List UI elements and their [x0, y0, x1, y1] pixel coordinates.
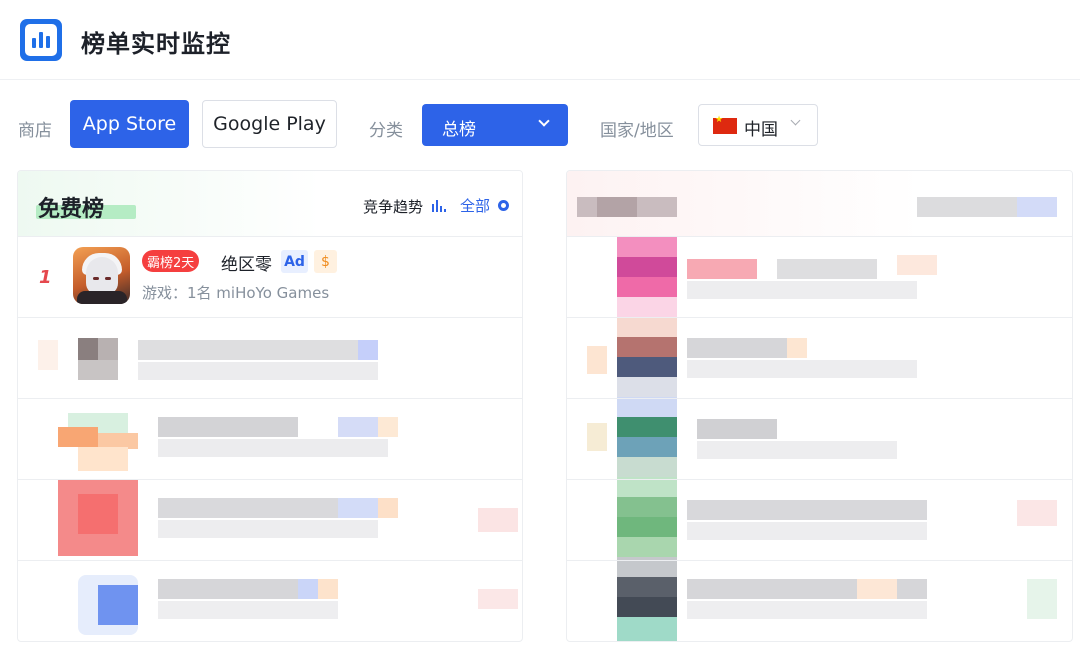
- pixelated-region: [577, 338, 1057, 388]
- app-header: 榜单实时监控: [0, 0, 1080, 80]
- free-chart-header: 免费榜 竞争趋势 全部: [18, 171, 522, 237]
- app-icon[interactable]: [73, 247, 130, 304]
- top-days-badge: 霸榜2天: [142, 250, 200, 272]
- pixelated-region: [577, 498, 1067, 548]
- region-label: 国家/地区: [600, 121, 674, 141]
- region-select[interactable]: 中国: [698, 104, 818, 146]
- chart-row[interactable]: 1 霸榜2天 绝区零 Ad $ 游戏：1名 miHoYo Games: [18, 237, 522, 318]
- trend-bars-icon[interactable]: [432, 198, 446, 212]
- pixelated-region: [38, 569, 522, 641]
- chart-row-obscured: [567, 561, 1072, 641]
- chart-row-obscured: [567, 318, 1072, 399]
- paid-badge: $: [314, 250, 337, 273]
- page-title: 榜单实时监控: [81, 30, 231, 58]
- arrow-circle-icon[interactable]: [498, 200, 509, 211]
- rank-number: 1: [39, 267, 52, 288]
- app-subtitle: 游戏：1名 miHoYo Games: [142, 284, 330, 302]
- pixelated-region: [687, 255, 1057, 305]
- google-play-button[interactable]: Google Play: [202, 100, 337, 148]
- category-label: 分类: [369, 121, 403, 141]
- pixelated-region: [38, 330, 418, 390]
- chart-row-obscured: [567, 480, 1072, 561]
- competition-trend-link[interactable]: 竞争趋势: [363, 196, 423, 217]
- ad-badge: Ad: [281, 250, 308, 273]
- chart-row-obscured: [18, 561, 522, 641]
- pixelated-region: [577, 191, 1057, 221]
- pixelated-region: [577, 579, 1067, 629]
- region-value: 中国: [744, 120, 778, 140]
- free-chart-card: 免费榜 竞争趋势 全部 1 霸榜2天 绝区零 Ad $ 游戏：1名 miHoYo…: [17, 170, 523, 642]
- chart-row-obscured: [567, 237, 1072, 318]
- store-label: 商店: [18, 121, 52, 141]
- china-flag-icon: [713, 115, 737, 134]
- chevron-down-icon: [538, 115, 550, 127]
- chart-row-obscured: [567, 399, 1072, 480]
- pixelated-region: [28, 407, 428, 473]
- app-store-button[interactable]: App Store: [70, 100, 189, 148]
- second-chart-card: [566, 170, 1073, 642]
- chart-row-obscured: [18, 480, 522, 561]
- second-chart-header: [567, 171, 1072, 237]
- free-chart-title: 免费榜: [38, 197, 105, 222]
- view-all-link[interactable]: 全部: [460, 195, 490, 216]
- category-select[interactable]: 总榜: [422, 104, 568, 146]
- chevron-down-icon: [790, 115, 801, 126]
- pixelated-region: [577, 419, 1057, 469]
- pixelated-region: [38, 480, 522, 560]
- bar-chart-icon: [20, 19, 62, 61]
- chart-row-obscured: [18, 399, 522, 480]
- filter-bar: 商店 App Store Google Play 分类 总榜 国家/地区 中国: [0, 100, 1080, 148]
- app-name[interactable]: 绝区零: [221, 250, 272, 275]
- category-value: 总榜: [442, 120, 476, 140]
- chart-row-obscured: [18, 318, 522, 399]
